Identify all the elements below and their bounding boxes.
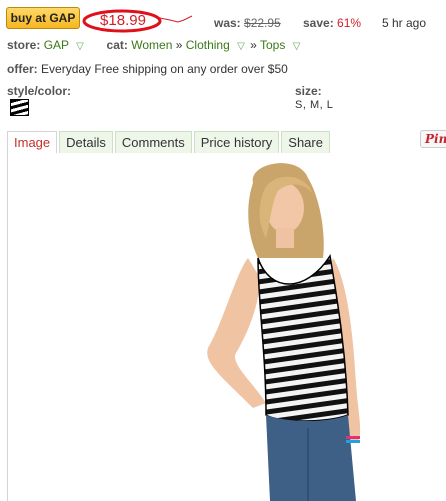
funnel-icon[interactable]: ▽ xyxy=(237,41,245,52)
tab-comments[interactable]: Comments xyxy=(114,131,192,153)
buy-button[interactable]: buy at GAP xyxy=(6,7,80,29)
size-label: size: xyxy=(295,84,322,98)
breadcrumb-separator: » xyxy=(250,38,257,52)
funnel-icon[interactable]: ▽ xyxy=(76,41,84,52)
category-link-clothing[interactable]: Clothing xyxy=(186,38,230,52)
store-category-row: store: GAP ▽ cat: Women » Clothing ▽ » T… xyxy=(7,38,302,52)
save-amount: save: 61% xyxy=(303,16,361,30)
color-swatch[interactable] xyxy=(10,99,29,116)
pinterest-button[interactable]: Pin xyxy=(420,130,446,148)
save-label: save: xyxy=(303,16,334,30)
image-panel xyxy=(7,153,446,501)
was-price: was: $22.95 xyxy=(214,16,281,30)
current-price: $18.99 xyxy=(100,12,146,29)
offer-row: offer: Everyday Free shipping on any ord… xyxy=(7,62,288,76)
save-value: 61% xyxy=(337,16,362,30)
offer-label: offer: xyxy=(7,62,38,76)
product-photo[interactable] xyxy=(8,153,446,501)
tab-details[interactable]: Details xyxy=(59,131,113,153)
tab-share[interactable]: Share xyxy=(281,131,330,153)
was-label: was: xyxy=(214,16,241,30)
funnel-icon[interactable]: ▽ xyxy=(293,41,301,52)
tab-price-history[interactable]: Price history xyxy=(193,131,280,153)
store-link[interactable]: GAP xyxy=(44,38,69,52)
was-value: $22.95 xyxy=(244,16,281,30)
store-label: store: xyxy=(7,38,41,52)
posted-time: 5 hr ago xyxy=(382,16,427,30)
size-options: S, M, L xyxy=(295,99,334,111)
detail-tabs: Image Details Comments Price history Sha… xyxy=(7,131,330,154)
offer-text: Everyday Free shipping on any order over… xyxy=(41,62,288,76)
pinterest-icon: Pin xyxy=(425,132,446,146)
style-color-label: style/color: xyxy=(7,84,72,98)
breadcrumb-separator: » xyxy=(175,38,183,52)
tab-image[interactable]: Image xyxy=(7,131,58,154)
category-link-tops[interactable]: Tops xyxy=(260,38,285,52)
cat-label: cat: xyxy=(106,38,128,52)
category-link-women[interactable]: Women xyxy=(131,38,172,52)
